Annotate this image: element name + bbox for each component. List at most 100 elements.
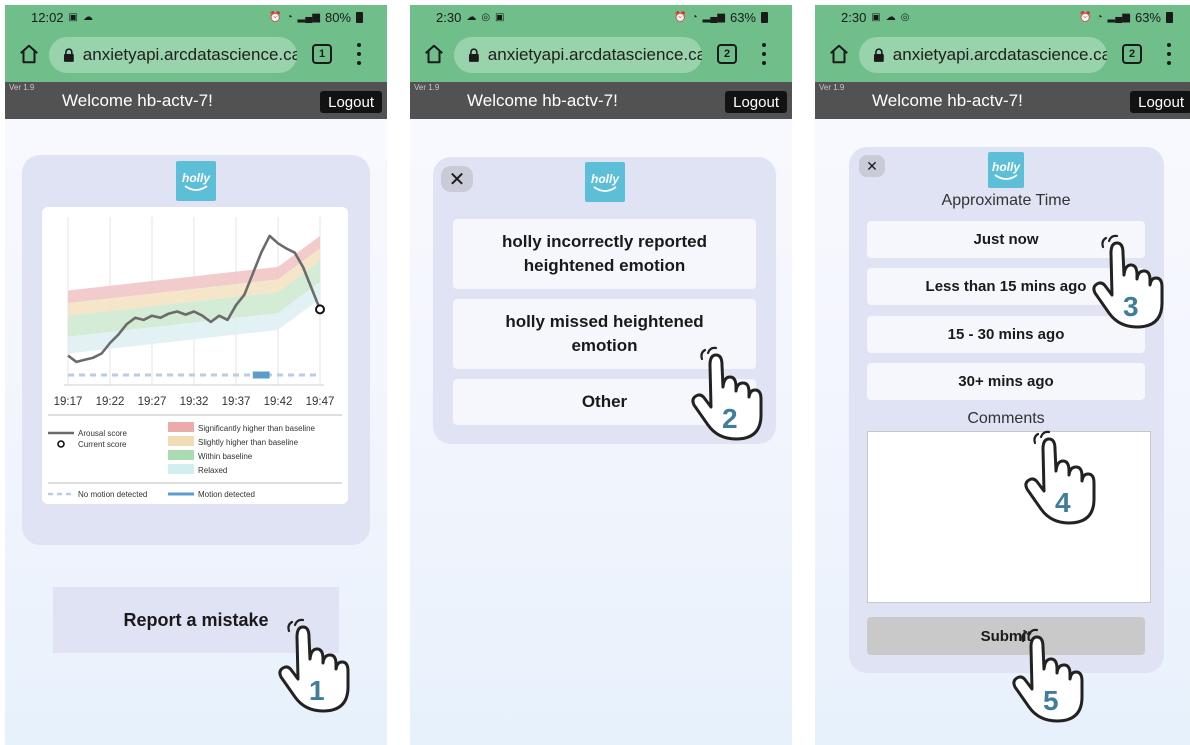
app-header: Ver 1.9 Welcome hb-actv-7! Logout xyxy=(410,82,792,119)
legend-arousal: Arousal score xyxy=(78,429,127,438)
motion-detected-segment xyxy=(252,371,270,379)
x-tick-label: 19:42 xyxy=(264,396,293,408)
tap-hand-1: 1 xyxy=(278,618,350,713)
holly-logo: holly xyxy=(988,152,1024,188)
legend-relaxed: Relaxed xyxy=(198,466,227,475)
url-text: anxietyapi.arcdatascience.ca xyxy=(892,45,1107,64)
close-button[interactable]: ✕ xyxy=(441,166,473,192)
version-label: Ver 1.9 xyxy=(819,83,845,92)
status-bar: 2:30 ▣ ☁ ◎ ⏰ ◔ ▂▄▆ 63% xyxy=(815,5,1190,30)
legend-current: Current score xyxy=(78,440,127,449)
wifi-icon: ◔ xyxy=(691,11,698,23)
legend-slight-higher: Slightly higher than baseline xyxy=(198,438,299,447)
battery-icon xyxy=(356,12,363,23)
x-tick-label: 19:22 xyxy=(96,396,125,408)
tab-switcher-button[interactable]: 2 xyxy=(717,44,737,64)
overflow-menu-icon[interactable] xyxy=(1166,43,1172,65)
battery-icon xyxy=(1166,12,1173,23)
x-tick-label: 19:32 xyxy=(180,396,209,408)
comments-label: Comments xyxy=(967,410,1045,427)
holly-logo: holly xyxy=(585,162,625,202)
legend-sig-higher: Significantly higher than baseline xyxy=(198,424,316,433)
url-text: anxietyapi.arcdatascience.ca xyxy=(82,45,297,64)
home-icon[interactable] xyxy=(828,43,850,65)
image-icon: ▣ xyxy=(68,11,78,23)
tab-switcher-button[interactable]: 2 xyxy=(1122,44,1142,64)
approximate-time-label: Approximate Time xyxy=(941,192,1071,209)
phone-screen-report-options: 2:30 ☁ ◎ ▣ ⏰ ◔ ▂▄▆ 63% anxietyapi.arcdatascien… xyxy=(410,5,792,745)
sync-icon: ◎ xyxy=(900,11,910,23)
alarm-icon: ⏰ xyxy=(1079,11,1092,23)
version-label: Ver 1.9 xyxy=(9,83,35,92)
clock: 12:02 xyxy=(31,10,64,25)
battery-percent: 80% xyxy=(324,10,351,25)
home-icon[interactable] xyxy=(423,43,445,65)
close-button[interactable]: ✕ xyxy=(859,155,885,177)
cloud-icon: ☁ xyxy=(885,11,896,23)
tap-hand-3: 3 xyxy=(1092,234,1164,329)
image-icon: ▣ xyxy=(495,11,505,23)
signal-icon: ▂▄▆ xyxy=(297,11,320,23)
submit-button[interactable]: Submit xyxy=(867,617,1145,655)
x-tick-label: 19:47 xyxy=(306,396,335,408)
image-icon: ▣ xyxy=(871,11,881,23)
signal-icon: ▂▄▆ xyxy=(1107,11,1130,23)
legend-motion: Motion detected xyxy=(198,490,255,499)
home-icon[interactable] xyxy=(18,43,40,65)
welcome-text: Welcome hb-actv-7! xyxy=(62,91,213,110)
app-header: Ver 1.9 Welcome hb-actv-7! Logout xyxy=(5,82,387,119)
comments-textarea[interactable] xyxy=(867,431,1151,603)
arousal-chart-svg: 19:17 19:22 19:27 19:32 19:37 19:42 19:47 Arou… xyxy=(48,217,342,499)
welcome-text: Welcome hb-actv-7! xyxy=(872,91,1023,110)
tab-switcher-button[interactable]: 1 xyxy=(312,44,332,64)
signal-icon: ▂▄▆ xyxy=(702,11,725,23)
address-bar[interactable]: anxietyapi.arcdatascience.ca xyxy=(49,37,297,73)
option-incorrectly-reported[interactable]: holly incorrectly reported heightened em… xyxy=(453,219,756,289)
legend-within: Within baseline xyxy=(198,452,253,461)
version-label: Ver 1.9 xyxy=(414,83,440,92)
lock-icon xyxy=(468,48,479,62)
logout-button[interactable]: Logout xyxy=(320,91,382,113)
address-bar[interactable]: anxietyapi.arcdatascience.ca xyxy=(859,37,1107,73)
time-option-30-plus[interactable]: 30+ mins ago xyxy=(867,363,1145,400)
legend-no-motion: No motion detected xyxy=(78,490,147,499)
x-tick-label: 19:27 xyxy=(138,396,167,408)
cloud-icon: ☁ xyxy=(466,11,477,23)
logout-button[interactable]: Logout xyxy=(1130,91,1190,113)
arousal-chart: 19:17 19:22 19:27 19:32 19:37 19:42 19:47 Arou… xyxy=(42,207,348,504)
step-number-4: 4 xyxy=(1055,487,1071,518)
alarm-icon: ⏰ xyxy=(269,11,282,23)
lock-icon xyxy=(63,48,74,62)
chart-legend: Arousal score Current score Significantl… xyxy=(48,422,316,499)
x-tick-label: 19:37 xyxy=(222,396,251,408)
browser-toolbar: anxietyapi.arcdatascience.ca 2 xyxy=(410,30,792,82)
step-number-3: 3 xyxy=(1123,291,1139,322)
current-score-marker xyxy=(315,304,325,315)
alarm-icon: ⏰ xyxy=(674,11,687,23)
overflow-menu-icon[interactable] xyxy=(761,43,767,65)
phone-screen-chart: 12:02 ▣ ☁ ⏰ ◔ ▂▄▆ 80% anxietyapi.arcdatascien… xyxy=(5,5,387,745)
step-number-1: 1 xyxy=(309,675,325,706)
app-header: Ver 1.9 Welcome hb-actv-7! Logout xyxy=(815,82,1190,119)
logout-button[interactable]: Logout xyxy=(725,91,787,113)
lock-icon xyxy=(873,48,884,62)
battery-percent: 63% xyxy=(729,10,756,25)
browser-toolbar: anxietyapi.arcdatascience.ca 2 xyxy=(815,30,1190,82)
phone-screen-time-form: 2:30 ▣ ☁ ◎ ⏰ ◔ ▂▄▆ 63% anxietyapi.arcdatascien… xyxy=(815,5,1190,745)
welcome-text: Welcome hb-actv-7! xyxy=(467,91,618,110)
overflow-menu-icon[interactable] xyxy=(356,43,362,65)
status-bar: 2:30 ☁ ◎ ▣ ⏰ ◔ ▂▄▆ 63% xyxy=(410,5,792,30)
tap-hand-2: 2 xyxy=(691,346,763,441)
step-number-2: 2 xyxy=(722,403,738,434)
tap-hand-5: 5 xyxy=(1012,628,1084,723)
sync-icon: ◎ xyxy=(481,11,491,23)
battery-icon xyxy=(761,12,768,23)
clock: 2:30 xyxy=(841,10,867,25)
address-bar[interactable]: anxietyapi.arcdatascience.ca xyxy=(454,37,702,73)
cloud-icon: ☁ xyxy=(83,11,93,23)
status-bar: 12:02 ▣ ☁ ⏰ ◔ ▂▄▆ 80% xyxy=(5,5,387,30)
x-tick-label: 19:17 xyxy=(54,396,83,408)
wifi-icon: ◔ xyxy=(286,11,293,23)
chart-card: holly 19:17 19:22 19:27 19:32 19:37 19:42 19:4… xyxy=(22,155,370,545)
battery-percent: 63% xyxy=(1134,10,1161,25)
